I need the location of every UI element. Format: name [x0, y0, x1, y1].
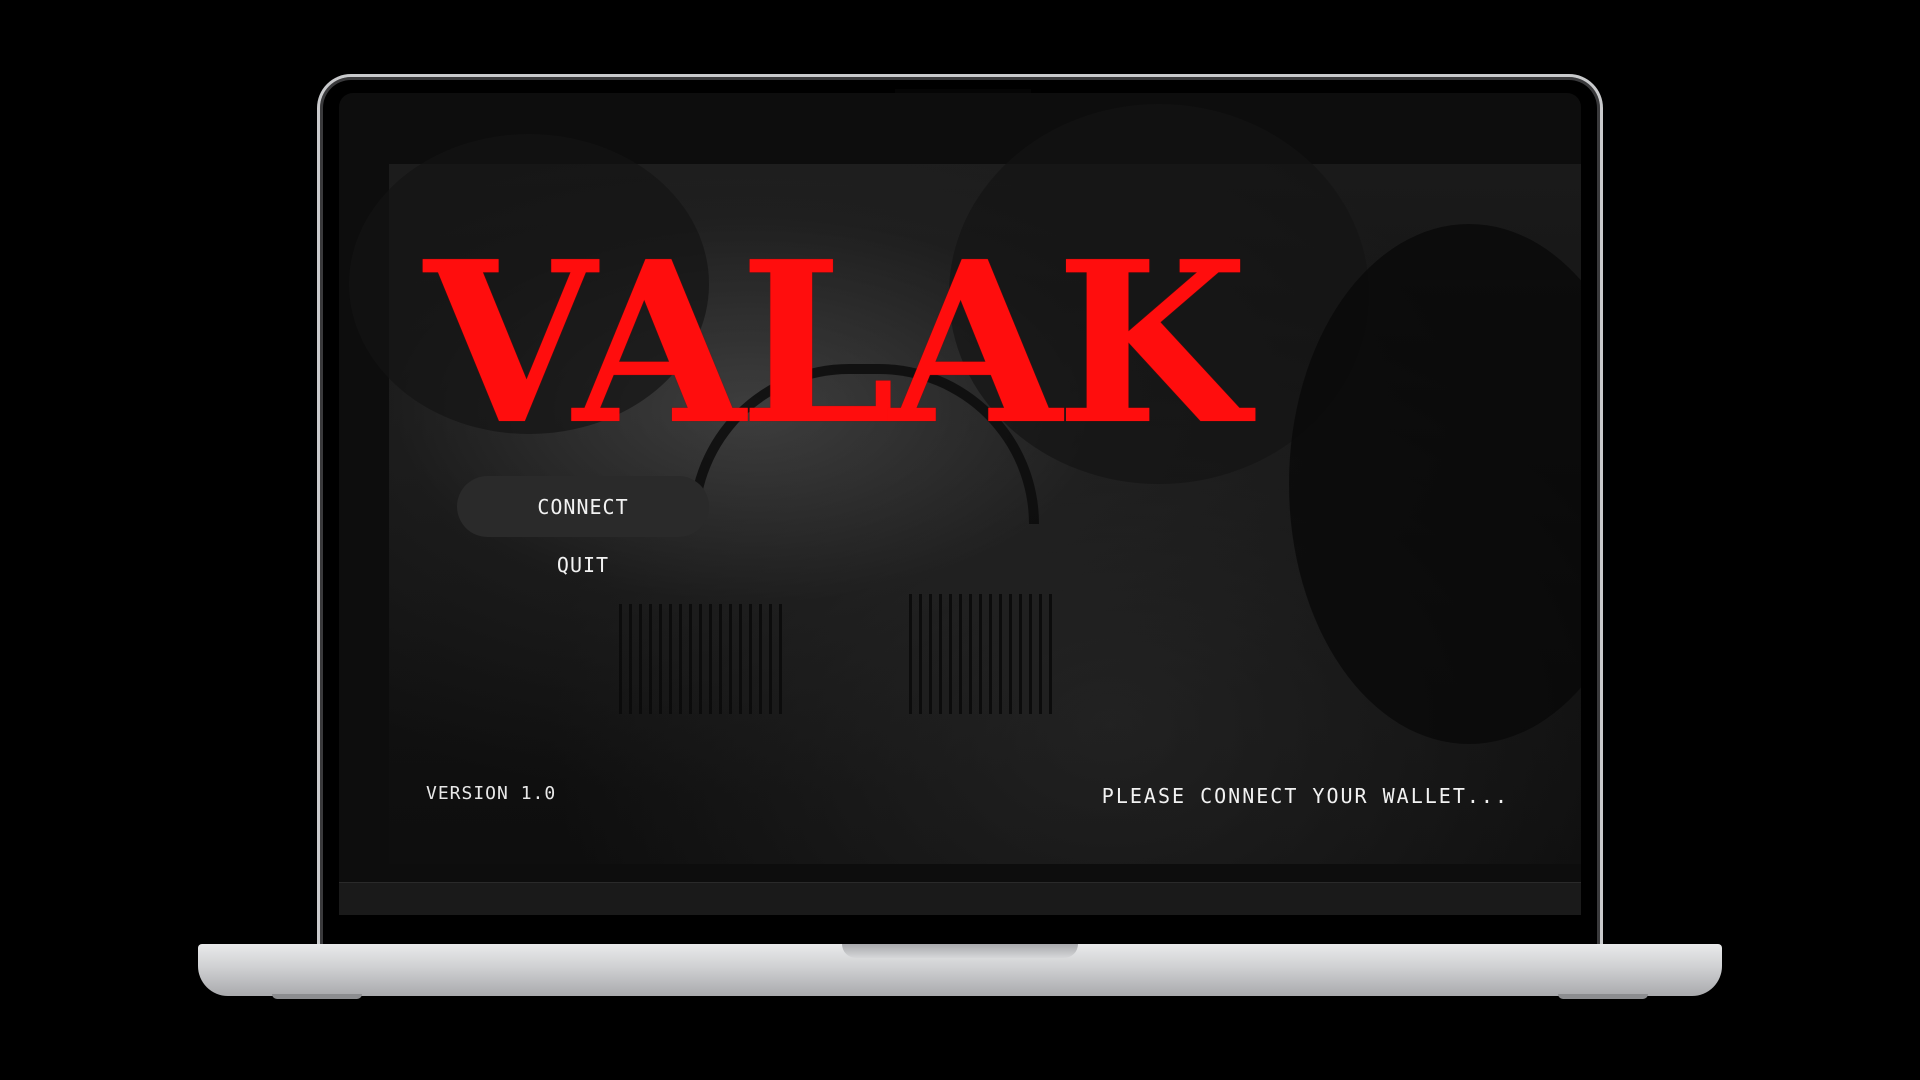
laptop-frame: VALAK CONNECT QUIT VERSION 1.0 PLEASE CO… — [317, 74, 1603, 947]
iron-fence — [619, 604, 789, 714]
iron-fence — [909, 594, 1059, 714]
screen-bottom-bezel — [339, 882, 1581, 915]
version-label: VERSION 1.0 — [426, 783, 557, 804]
laptop-base — [198, 944, 1722, 996]
lid-opening-notch — [842, 944, 1078, 958]
quit-button[interactable]: QUIT — [457, 534, 709, 595]
game-title: VALAK — [424, 214, 1249, 474]
laptop-screen: VALAK CONNECT QUIT VERSION 1.0 PLEASE CO… — [339, 93, 1581, 915]
laptop-foot — [272, 994, 362, 999]
wallet-status-message: PLEASE CONNECT YOUR WALLET... — [1101, 784, 1509, 808]
laptop-foot — [1558, 994, 1648, 999]
connect-button[interactable]: CONNECT — [457, 476, 709, 537]
